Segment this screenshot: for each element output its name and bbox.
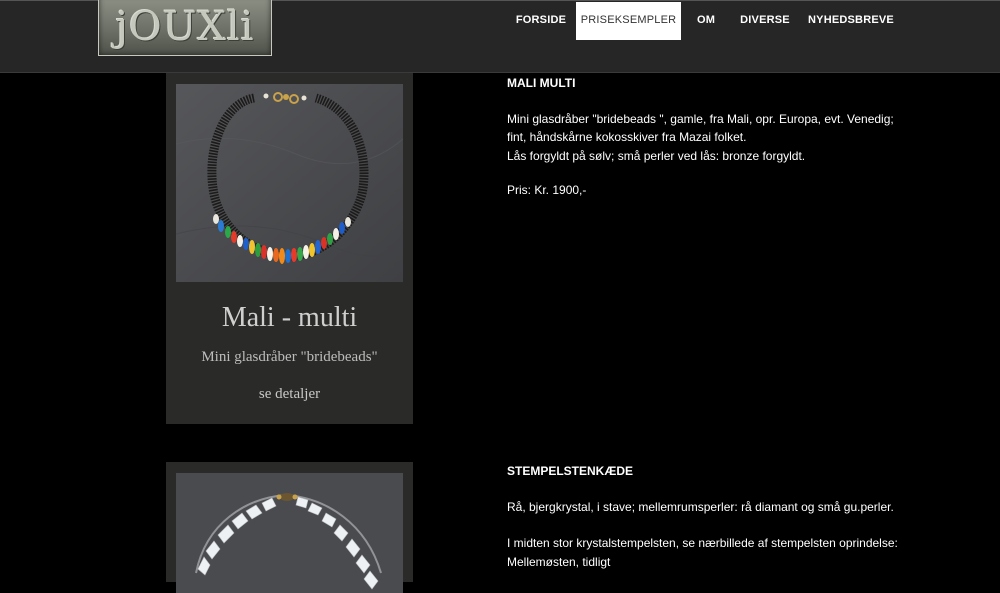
detail-line: Rå, bjergkrystal, i stave; mellemrumsper… [507,499,894,514]
site-logo[interactable]: jOUXli [98,0,272,56]
card-subtitle: Mini glasdråber "bridebeads" [201,349,378,365]
detail-title: MALI MULTI [507,76,576,90]
necklace-image[interactable] [176,84,403,282]
logo-text: jOUXli [115,4,255,50]
necklace-illustration [176,84,403,282]
detail-line: I midten stor krystalstempelsten, se nær… [507,536,898,569]
product-card-mali-multi[interactable]: Mali - multi Mini glasdråber "bridebeads… [166,73,413,424]
nav-forside[interactable]: FORSIDE [506,2,576,40]
detail-line: Lås forgyldt på sølv; små perler ved lås… [507,148,806,163]
site-header: jOUXli FORSIDE PRISEKSEMPLER OM DIVERSE … [0,0,1000,73]
product-detail-stempelsten: STEMPELSTENKÆDE Rå, bjergkrystal, i stav… [507,462,907,589]
nav-om[interactable]: OM [681,2,731,40]
product-detail-mali-multi: MALI MULTI Mini glasdråber "bridebeads "… [507,74,907,218]
detail-price: Pris: Kr. 1900,- [507,183,587,197]
card-title: Mali - multi [221,302,358,333]
necklace-image[interactable] [176,473,403,593]
nav-diverse[interactable]: DIVERSE [731,2,799,40]
detail-line: Mini glasdråber "bridebeads ", gamle, fr… [507,111,894,145]
crystal-necklace-illustration [176,473,403,593]
nav-nyhedsbreve[interactable]: NYHEDSBREVE [799,2,903,40]
detail-title: STEMPELSTENKÆDE [507,464,634,478]
product-card-stempelsten[interactable] [166,462,413,593]
nav-priseksempler[interactable]: PRISEKSEMPLER [576,2,681,40]
card-detail-link[interactable]: se detaljer [166,386,413,403]
detail-description: Mini glasdråber "bridebeads ", gamle, fr… [507,110,907,166]
